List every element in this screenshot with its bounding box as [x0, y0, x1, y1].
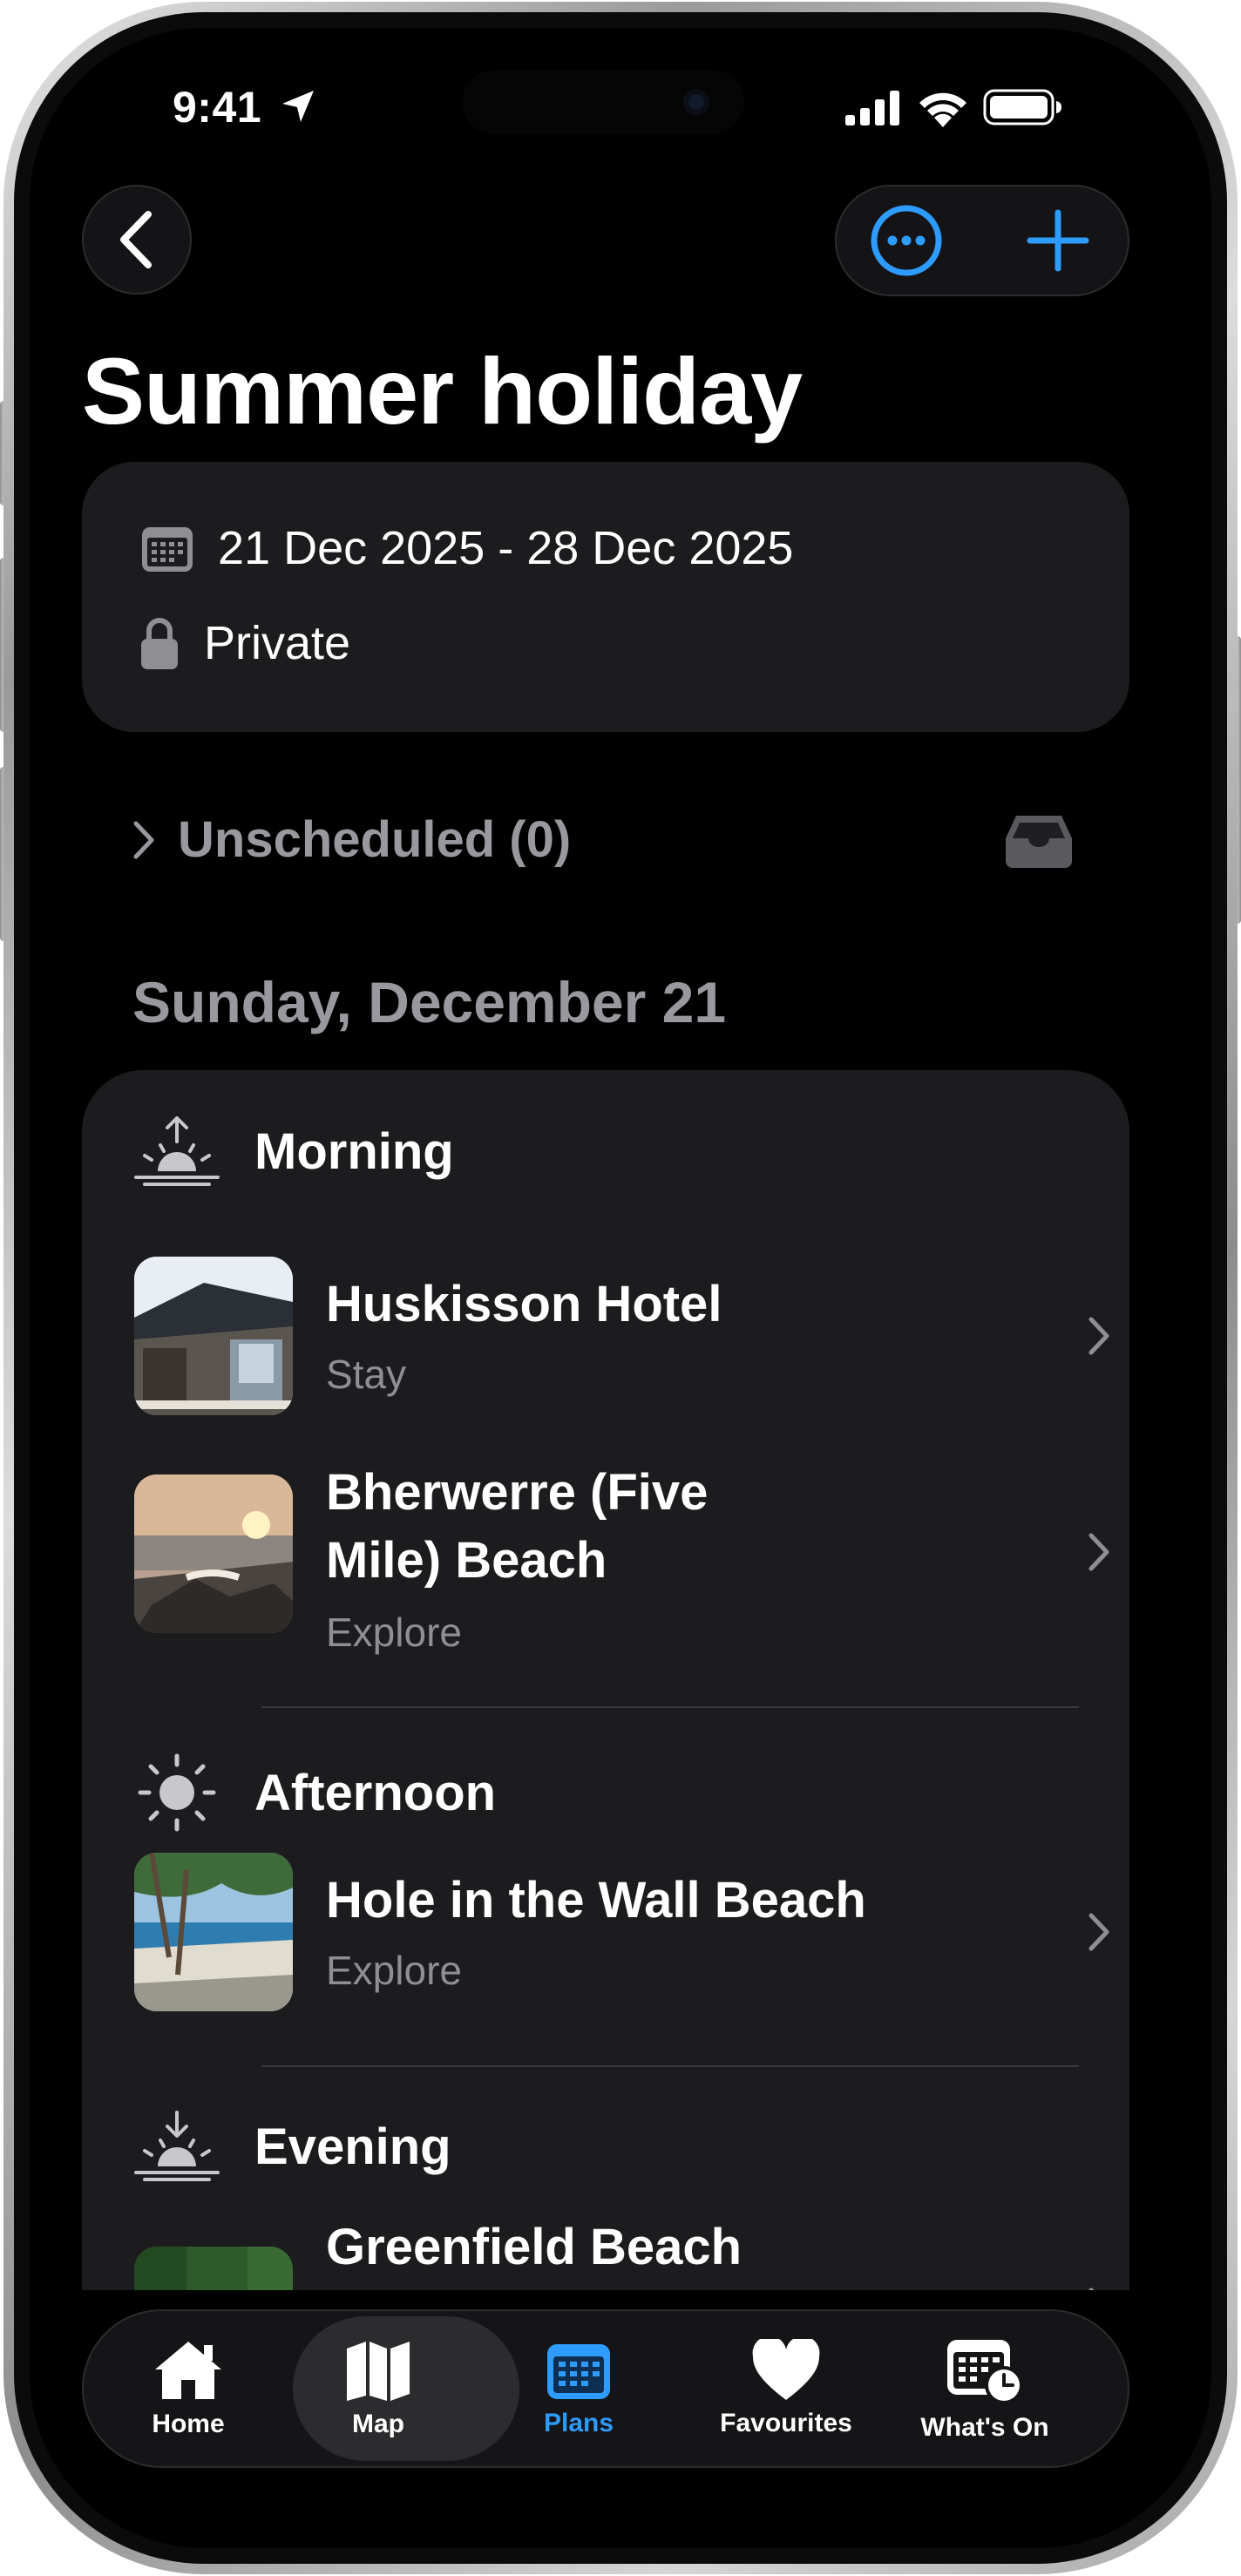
app-screen: 9:41 Summer holiday 21 Dec 2025 - 28 Dec…	[30, 28, 1211, 2548]
sun-icon	[138, 1753, 216, 1832]
section-divider	[261, 2065, 1079, 2067]
place-name: Huskisson Hotel	[326, 1276, 722, 1332]
chevron-right-icon	[1088, 1913, 1109, 1951]
place-thumbnail-hole-in-wall	[134, 1853, 293, 2011]
place-thumbnail-greenfield	[134, 2247, 293, 2290]
place-category: Explore	[326, 1610, 462, 1655]
place-category: Explore	[326, 1948, 462, 1993]
tab-plans[interactable]: Plans	[518, 2311, 640, 2466]
header-actions-pill	[835, 185, 1129, 296]
location-arrow-icon	[282, 91, 314, 122]
place-name: Greenfield Beach picnic area	[326, 2219, 743, 2290]
period-morning: Morning	[134, 1115, 454, 1187]
calendar-icon	[547, 2344, 610, 2399]
visibility-text: Private	[204, 617, 351, 669]
period-afternoon: Afternoon	[134, 1753, 496, 1832]
unscheduled-label: Unscheduled (0)	[178, 811, 572, 868]
period-evening: Evening	[134, 2111, 451, 2182]
period-label: Morning	[254, 1122, 454, 1180]
unscheduled-toggle[interactable]: Unscheduled (0)	[131, 810, 571, 869]
place-thumbnail-hotel	[134, 1257, 293, 1415]
chevron-left-icon	[120, 211, 152, 268]
plus-icon	[1027, 209, 1089, 272]
trip-info-card: 21 Dec 2025 - 28 Dec 2025 Private	[82, 462, 1129, 732]
dynamic-island	[462, 70, 744, 134]
add-button[interactable]	[997, 186, 1119, 295]
place-name: Hole in the Wall Beach	[326, 1872, 866, 1929]
device-frame: 9:41 Summer holiday 21 Dec 2025 - 28 Dec…	[3, 2, 1238, 2574]
chevron-right-icon	[133, 821, 154, 858]
date-range-text: 21 Dec 2025 - 28 Dec 2025	[218, 522, 794, 574]
day-schedule-card: Morning Huskisson Hotel Stay Bherwerre (…	[82, 1070, 1129, 2290]
day-header: Sunday, December 21	[132, 970, 727, 1034]
chevron-right-icon	[1088, 1317, 1109, 1355]
period-label: Afternoon	[254, 1764, 497, 1821]
chevron-right-icon	[1088, 1533, 1109, 1571]
tab-label: Map	[352, 2410, 404, 2438]
device-bezel: 9:41 Summer holiday 21 Dec 2025 - 28 Dec…	[14, 12, 1227, 2564]
tab-label: Favourites	[720, 2409, 852, 2437]
place-row[interactable]: Hole in the Wall Beach Explore	[134, 1853, 1112, 2011]
battery-icon	[983, 89, 1061, 125]
ellipsis-circle-icon	[871, 205, 942, 276]
tab-label: What's On	[920, 2413, 1049, 2442]
sunrise-icon	[134, 1116, 220, 1186]
place-thumbnail-beach-sunset	[134, 1474, 293, 1633]
lock-icon	[141, 618, 178, 669]
calendar-icon	[142, 527, 193, 572]
place-row[interactable]: Greenfield Beach picnic area	[134, 2219, 1112, 2290]
place-row[interactable]: Huskisson Hotel Stay	[134, 1257, 1112, 1415]
calendar-clock-icon	[947, 2340, 1023, 2404]
camera-icon	[683, 89, 709, 115]
place-name: Bherwerre (Five Mile) Beach	[326, 1464, 709, 1589]
tab-label: Plans	[543, 2409, 614, 2437]
place-row[interactable]: Bherwerre (Five Mile) Beach Explore	[134, 1464, 1112, 1666]
map-icon	[347, 2342, 410, 2401]
section-divider	[261, 1706, 1079, 1708]
more-options-button[interactable]	[845, 186, 967, 295]
heart-icon	[752, 2339, 820, 2400]
tab-map[interactable]: Map	[317, 2311, 439, 2466]
page-title: Summer holiday	[82, 338, 803, 444]
tray-icon[interactable]	[1004, 812, 1074, 870]
sunset-icon	[134, 2111, 220, 2181]
chevron-right-icon	[1088, 2288, 1095, 2290]
date-range-row[interactable]: 21 Dec 2025 - 28 Dec 2025	[139, 521, 793, 575]
wifi-icon	[919, 92, 966, 127]
tab-whats-on[interactable]: What's On	[898, 2311, 1072, 2466]
cellular-signal-icon	[845, 91, 899, 125]
period-label: Evening	[254, 2118, 451, 2175]
visibility-row[interactable]: Private	[139, 615, 350, 671]
place-category: Stay	[326, 1352, 407, 1397]
status-time: 9:41	[173, 83, 262, 132]
tab-favourites[interactable]: Favourites	[699, 2311, 873, 2466]
back-button[interactable]	[82, 185, 192, 295]
